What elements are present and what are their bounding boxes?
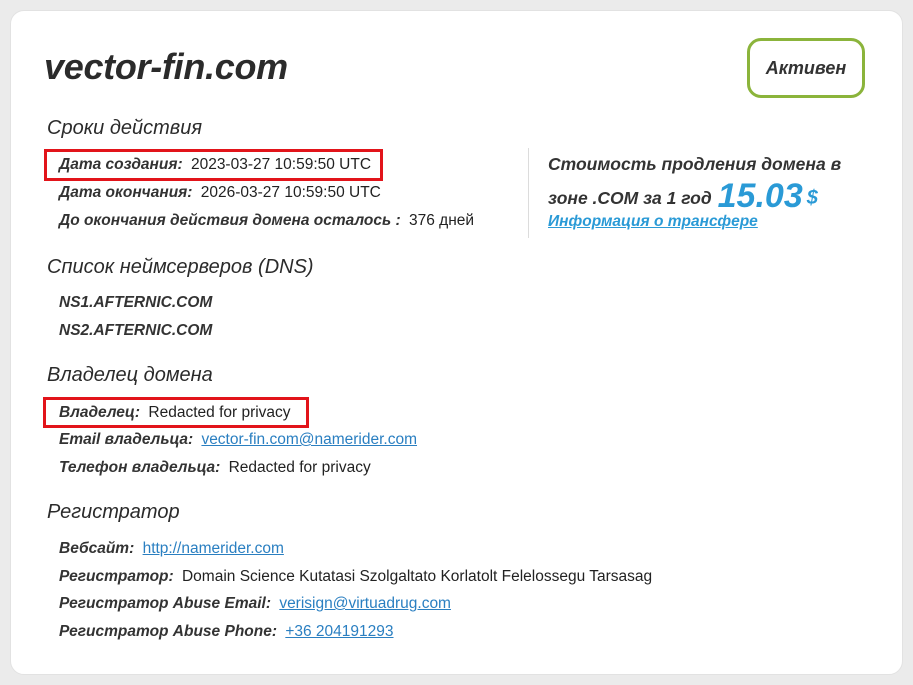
expires-value: 2026-03-27 10:59:50 UTC bbox=[200, 184, 381, 201]
remaining-value: 376 дней bbox=[409, 212, 475, 229]
registrar-abuse-email-row: Регистратор Abuse Email: verisign@virtua… bbox=[59, 595, 451, 613]
dns-section-title: Список неймсерверов (DNS) bbox=[47, 256, 314, 278]
registrar-abuse-phone-label: Регистратор Abuse Phone: bbox=[59, 623, 278, 640]
nameserver-2: NS2.AFTERNIC.COM bbox=[59, 322, 213, 339]
registrar-abuse-email-label: Регистратор Abuse Email: bbox=[59, 595, 271, 612]
expires-label: Дата окончания: bbox=[59, 184, 193, 201]
renewal-currency: $ bbox=[806, 187, 818, 209]
renewal-price: 15.03 bbox=[717, 177, 803, 215]
owner-email-label: Email владельца: bbox=[59, 431, 194, 448]
validity-section-title: Сроки действия bbox=[47, 117, 203, 139]
registrar-abuse-phone-row: Регистратор Abuse Phone: +36 204191293 bbox=[59, 623, 394, 641]
registrar-name-row: Регистратор: Domain Science Kutatasi Szo… bbox=[59, 568, 652, 586]
transfer-info-link[interactable]: Информация о трансфере bbox=[548, 213, 758, 231]
created-row: Дата создания: 2023-03-27 10:59:50 UTC bbox=[59, 156, 371, 174]
registrar-website-row: Вебсайт: http://namerider.com bbox=[59, 540, 284, 558]
owner-email-row: Email владельца: vector-fin.com@nameride… bbox=[59, 431, 417, 449]
domain-title: vector-fin.com bbox=[44, 46, 288, 87]
expires-row: Дата окончания: 2026-03-27 10:59:50 UTC bbox=[59, 184, 381, 202]
registrar-website-link[interactable]: http://namerider.com bbox=[143, 540, 284, 557]
owner-phone-row: Телефон владельца: Redacted for privacy bbox=[59, 459, 371, 477]
renewal-price-block: Стоимость продления домена в зоне .COM з… bbox=[548, 148, 868, 214]
owner-value: Redacted for privacy bbox=[148, 404, 291, 421]
owner-label: Владелец: bbox=[59, 404, 141, 421]
nameserver-1: NS1.AFTERNIC.COM bbox=[59, 294, 213, 311]
created-label: Дата создания: bbox=[59, 156, 183, 173]
remaining-row: До окончания действия домена осталось : … bbox=[59, 212, 474, 230]
vertical-divider bbox=[528, 148, 529, 238]
remaining-label: До окончания действия домена осталось : bbox=[59, 212, 401, 229]
registrar-name-value: Domain Science Kutatasi Szolgaltato Korl… bbox=[181, 568, 653, 585]
registrar-section-title: Регистратор bbox=[47, 501, 180, 523]
owner-phone-value: Redacted for privacy bbox=[228, 459, 371, 476]
registrar-name-label: Регистратор: bbox=[59, 568, 174, 585]
owner-row: Владелец: Redacted for privacy bbox=[59, 404, 291, 422]
owner-section-title: Владелец домена bbox=[47, 364, 213, 386]
registrar-abuse-phone-link[interactable]: +36 204191293 bbox=[285, 623, 393, 640]
registrar-website-label: Вебсайт: bbox=[59, 540, 135, 557]
owner-phone-label: Телефон владельца: bbox=[59, 459, 221, 476]
registrar-abuse-email-link[interactable]: verisign@virtuadrug.com bbox=[279, 595, 451, 612]
created-value: 2023-03-27 10:59:50 UTC bbox=[190, 156, 372, 173]
status-badge: Активен bbox=[747, 38, 865, 98]
owner-email-link[interactable]: vector-fin.com@namerider.com bbox=[201, 431, 417, 448]
